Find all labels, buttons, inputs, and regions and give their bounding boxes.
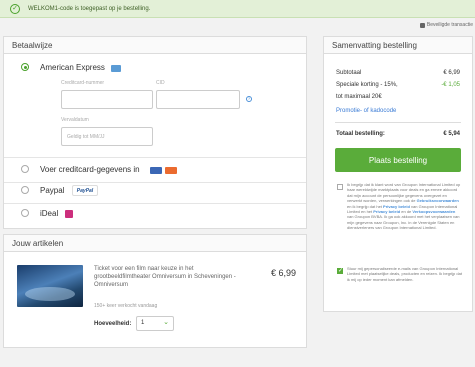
mastercard-icon	[165, 167, 177, 174]
lock-icon	[419, 22, 425, 28]
secure-label: Beveiligde transactie	[426, 22, 473, 28]
place-order-button[interactable]: Plaats bestelling	[335, 148, 461, 172]
ideal-label: iDeal	[40, 209, 59, 218]
total-label: Totaal bestelling:	[336, 131, 385, 137]
divider	[335, 122, 461, 123]
divider	[4, 157, 306, 158]
banner-message: WELKOM1-code is toegepast op je bestelli…	[28, 5, 151, 12]
summary-title: Samenvatting bestelling	[324, 37, 472, 54]
paypal-label: Paypal	[40, 186, 65, 195]
sales-terms-link[interactable]: Verkoopsvoorwaarden	[412, 209, 455, 214]
success-banner: ✓ WELKOM1-code is toegepast op je bestel…	[0, 0, 475, 18]
radio-ideal[interactable]	[21, 209, 29, 217]
payment-title: Betaalwijze	[4, 37, 306, 54]
quantity-label: Hoeveelheid:	[94, 321, 132, 327]
newsletter-text: Stuur mij gepersonaliseerde e-mails van …	[347, 266, 462, 282]
help-icon[interactable]: ?	[246, 96, 252, 102]
subtotal-label: Subtotaal	[336, 70, 362, 76]
privacy-link[interactable]: Privacy beleid	[383, 204, 410, 209]
terms-link[interactable]: Gebruiksvoorwaarden	[417, 198, 459, 203]
product-title[interactable]: Ticket voor een film naar keuze in het g…	[94, 265, 244, 289]
visa-icon	[150, 167, 162, 174]
newsletter-checkbox[interactable]	[337, 267, 343, 274]
chevron-down-icon: ⌄	[163, 319, 169, 326]
subtotal-value: € 6,99	[443, 70, 460, 76]
sold-note: 150+ keer verkocht vandaag	[94, 303, 158, 309]
paypal-badge: PayPal	[72, 185, 98, 196]
card-number-input[interactable]	[61, 90, 153, 109]
expiry-label: Vervaldatum	[61, 117, 89, 123]
amex-label: American Express	[40, 63, 105, 72]
quantity-select[interactable]: 1 ⌄	[136, 316, 174, 331]
product-price: € 6,99	[271, 268, 297, 278]
items-panel: Jouw artikelen Ticket voor een film naar…	[3, 234, 307, 348]
promo-code-link[interactable]: Promotie- of kadocode	[336, 108, 396, 114]
radio-amex[interactable]	[21, 63, 29, 71]
secure-transaction: Beveiligde transactie	[419, 22, 473, 28]
amex-card-icon	[111, 65, 121, 72]
total-value: € 5,94	[443, 131, 460, 137]
privacy-link-2[interactable]: Privacy beleid	[373, 209, 400, 214]
product-image	[17, 265, 83, 307]
terms-text: Ik begrijp dat ik klant word van Groupon…	[347, 182, 461, 231]
divider	[4, 182, 306, 183]
quantity-value: 1	[141, 320, 145, 326]
radio-paypal[interactable]	[21, 186, 29, 194]
radio-creditcard[interactable]	[21, 165, 29, 173]
cid-label: CID	[156, 80, 165, 86]
creditcard-label: Voer creditcard-gegevens in	[40, 165, 140, 174]
divider	[4, 203, 306, 204]
payment-panel: Betaalwijze American Express Creditcard-…	[3, 36, 307, 229]
terms-checkbox[interactable]	[337, 184, 343, 190]
ideal-icon	[65, 210, 73, 218]
discount-value: -€ 1,05	[441, 82, 460, 88]
cid-input[interactable]	[156, 90, 240, 109]
card-number-label: Creditcard-nummer	[61, 80, 105, 86]
items-title: Jouw artikelen	[4, 235, 306, 252]
discount-label: Speciale korting - 15%,	[336, 82, 398, 88]
expiry-input[interactable]: Geldig tot MM/JJ	[61, 127, 153, 146]
discount-label-line-2: tot maximaal 20€	[336, 94, 382, 100]
check-icon: ✓	[10, 3, 20, 14]
